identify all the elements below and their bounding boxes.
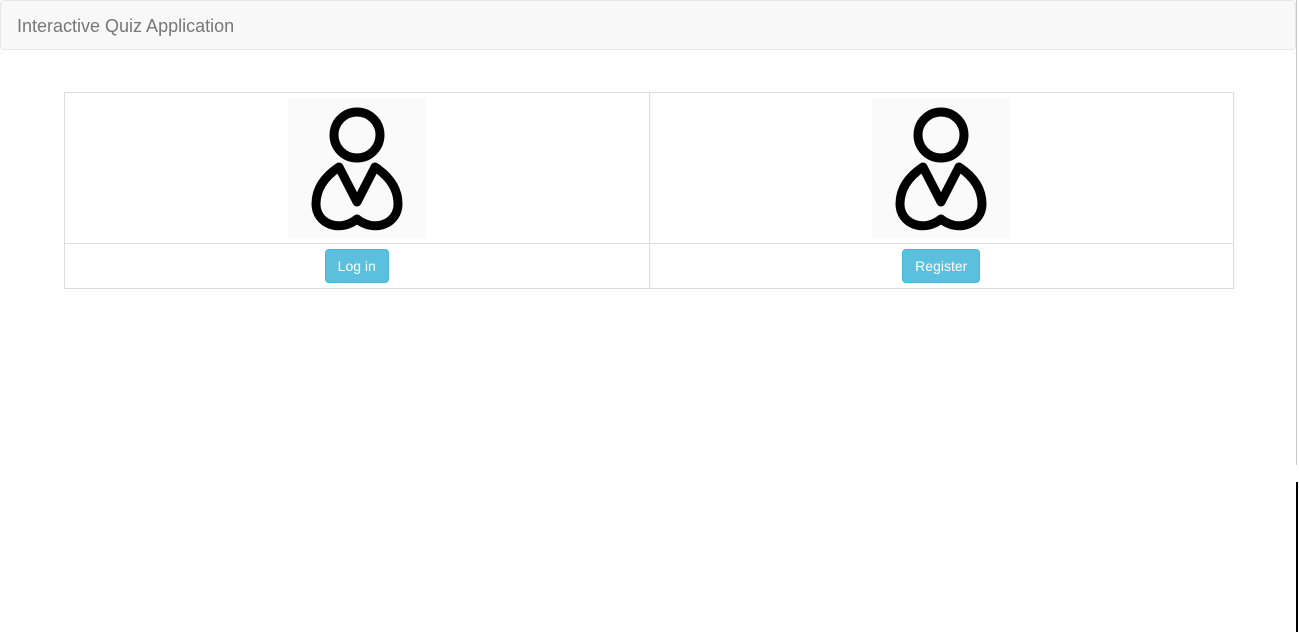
auth-options-table: Log in Register <box>64 92 1234 289</box>
register-button-cell: Register <box>648 243 1234 289</box>
register-icon-cell <box>648 92 1234 244</box>
button-row: Log in Register <box>64 243 1234 289</box>
user-icon <box>287 99 426 239</box>
window-edge <box>1296 0 1297 465</box>
login-button-cell: Log in <box>64 243 650 289</box>
login-button[interactable]: Log in <box>324 249 389 283</box>
navbar: Interactive Quiz Application <box>0 0 1296 50</box>
window-edge-dark <box>1296 482 1298 632</box>
user-icon <box>872 99 1011 239</box>
login-icon-cell <box>64 92 650 244</box>
icon-row <box>64 92 1234 244</box>
navbar-brand[interactable]: Interactive Quiz Application <box>17 15 234 37</box>
register-button[interactable]: Register <box>902 249 981 283</box>
